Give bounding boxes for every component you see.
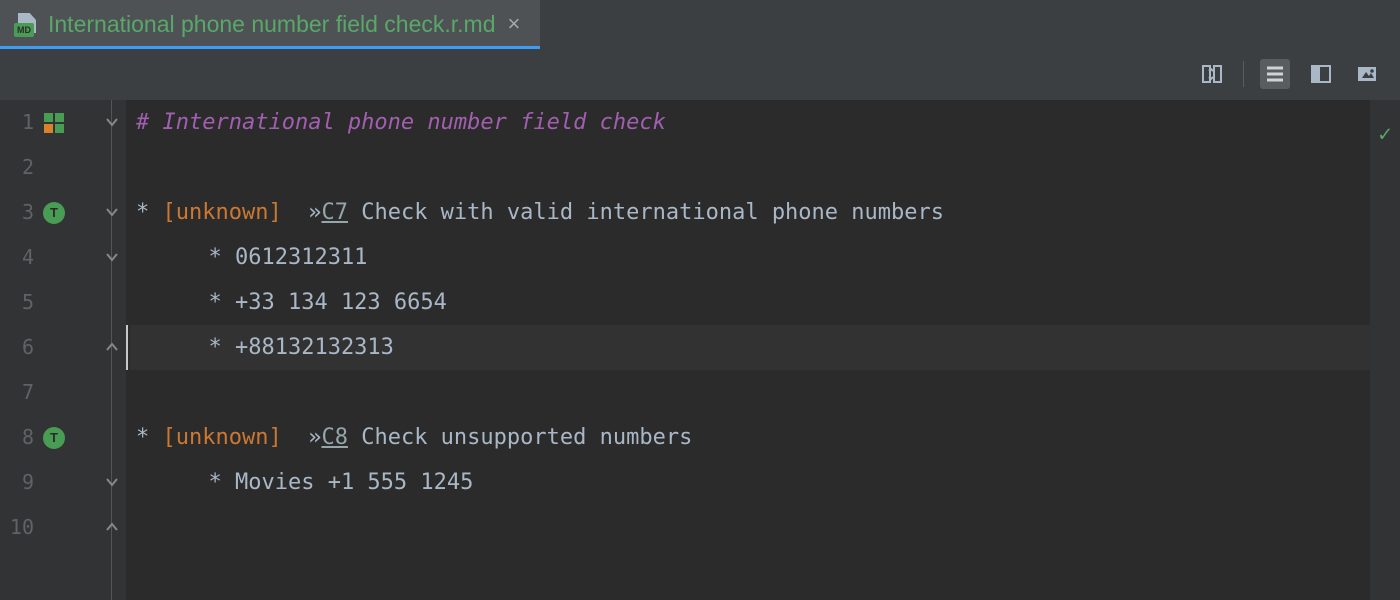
run-block-icon[interactable] <box>40 113 68 133</box>
gutter: 1 2 3 T 4 5 6 7 8 T 9 10 <box>0 100 100 600</box>
code-line[interactable]: * [unknown] »C7 Check with valid interna… <box>130 190 1370 235</box>
code-line[interactable] <box>130 145 1370 190</box>
file-tab[interactable]: MD International phone number field chec… <box>0 0 540 48</box>
markdown-file-icon: MD <box>16 13 38 35</box>
line-number: 1 <box>0 100 40 145</box>
line-number: 3 <box>0 190 40 235</box>
code-area[interactable]: # International phone number field check… <box>126 100 1370 600</box>
preview-only-button[interactable] <box>1352 59 1382 89</box>
fold-marker-icon[interactable] <box>104 339 120 355</box>
fold-marker-icon[interactable] <box>104 519 120 535</box>
fold-marker-icon[interactable] <box>104 249 120 265</box>
fold-column <box>100 100 126 600</box>
editor-and-preview-button[interactable] <box>1306 59 1336 89</box>
test-badge-icon[interactable]: T <box>40 427 68 449</box>
line-number: 6 <box>0 325 40 370</box>
editor: 1 2 3 T 4 5 6 7 8 T 9 10 # Interna <box>0 100 1400 600</box>
fold-marker-icon[interactable] <box>104 114 120 130</box>
scroll-sync-button[interactable] <box>1197 59 1227 89</box>
line-number: 8 <box>0 415 40 460</box>
code-line[interactable]: # International phone number field check <box>130 100 1370 145</box>
test-badge-icon[interactable]: T <box>40 202 68 224</box>
code-line[interactable] <box>130 505 1370 550</box>
line-number: 4 <box>0 235 40 280</box>
editor-only-button[interactable] <box>1260 59 1290 89</box>
line-number: 2 <box>0 145 40 190</box>
code-line[interactable]: * [unknown] »C8 Check unsupported number… <box>130 415 1370 460</box>
fold-marker-icon[interactable] <box>104 474 120 490</box>
analysis-ok-icon[interactable]: ✓ <box>1378 112 1391 157</box>
code-line[interactable]: * +88132132313 <box>130 325 1370 370</box>
toolbar-divider <box>1243 61 1244 87</box>
code-line[interactable]: * +33 134 123 6654 <box>130 280 1370 325</box>
tab-row: MD International phone number field chec… <box>0 0 1400 48</box>
code-line[interactable]: * 0612312311 <box>130 235 1370 280</box>
line-number: 5 <box>0 280 40 325</box>
code-line[interactable] <box>130 370 1370 415</box>
line-number: 7 <box>0 370 40 415</box>
tab-title: International phone number field check.r… <box>48 13 496 36</box>
editor-toolbar <box>0 48 1400 100</box>
line-number: 9 <box>0 460 40 505</box>
status-column: ✓ <box>1370 100 1400 600</box>
fold-marker-icon[interactable] <box>104 204 120 220</box>
code-line[interactable]: * Movies +1 555 1245 <box>130 460 1370 505</box>
close-tab-icon[interactable]: × <box>506 11 523 37</box>
line-number: 10 <box>0 505 40 550</box>
